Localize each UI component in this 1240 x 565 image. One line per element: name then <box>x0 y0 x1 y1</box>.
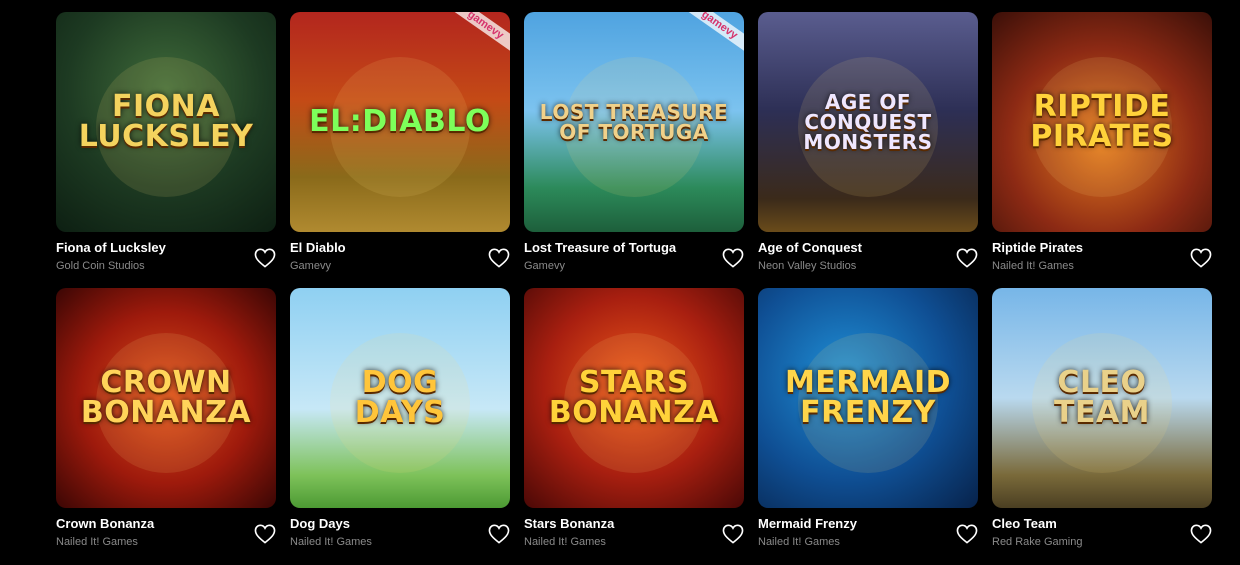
heart-icon[interactable] <box>956 248 978 268</box>
game-title[interactable]: El Diablo <box>290 240 510 255</box>
game-thumbnail[interactable]: Lost Treasure of Tortuga gamevy <box>524 12 744 232</box>
game-meta: Crown Bonanza Nailed It! Games <box>56 508 276 564</box>
game-card[interactable]: Age of Conquest Monsters Age of Conquest … <box>758 12 978 288</box>
game-thumbnail[interactable]: El:Diablo gamevy <box>290 12 510 232</box>
game-card[interactable]: Mermaid Frenzy Mermaid Frenzy Nailed It! … <box>758 288 978 564</box>
game-title[interactable]: Crown Bonanza <box>56 516 276 531</box>
game-thumbnail[interactable]: Mermaid Frenzy <box>758 288 978 508</box>
game-logo-line: Pirates <box>1030 119 1174 154</box>
game-logo: Riptide Pirates <box>1030 92 1173 152</box>
game-thumbnail[interactable]: Crown Bonanza <box>56 288 276 508</box>
heart-icon[interactable] <box>488 524 510 544</box>
game-logo-line: Lucksley <box>78 119 254 154</box>
game-logo: Fiona Lucksley <box>79 92 254 152</box>
game-card[interactable]: Stars Bonanza Stars Bonanza Nailed It! Ga… <box>524 288 744 564</box>
game-card[interactable]: Cleo Team Cleo Team Red Rake Gaming <box>992 288 1212 564</box>
game-meta: Riptide Pirates Nailed It! Games <box>992 232 1212 288</box>
game-logo: Lost Treasure of Tortuga <box>540 102 728 142</box>
game-provider: Gamevy <box>290 260 331 272</box>
game-title[interactable]: Mermaid Frenzy <box>758 516 978 531</box>
heart-icon[interactable] <box>488 248 510 268</box>
game-title[interactable]: Lost Treasure of Tortuga <box>524 240 744 255</box>
heart-icon[interactable] <box>254 248 276 268</box>
game-title[interactable]: Riptide Pirates <box>992 240 1212 255</box>
game-logo-line: Age of Conquest <box>804 90 932 134</box>
game-thumbnail[interactable]: Cleo Team <box>992 288 1212 508</box>
game-provider: Nailed It! Games <box>758 536 840 548</box>
game-logo-line: Crown <box>100 365 232 400</box>
game-meta: Mermaid Frenzy Nailed It! Games <box>758 508 978 564</box>
heart-icon[interactable] <box>254 524 276 544</box>
game-logo-line: of Tortuga <box>559 120 709 144</box>
game-logo-line: Team <box>1053 395 1151 430</box>
game-logo: El:Diablo <box>309 107 491 137</box>
game-meta: Age of Conquest Neon Valley Studios <box>758 232 978 288</box>
game-thumbnail[interactable]: Riptide Pirates <box>992 12 1212 232</box>
game-title[interactable]: Stars Bonanza <box>524 516 744 531</box>
game-title[interactable]: Age of Conquest <box>758 240 978 255</box>
game-card[interactable]: Riptide Pirates Riptide Pirates Nailed It… <box>992 12 1212 288</box>
game-logo: Dog Days <box>355 368 446 428</box>
game-meta: Stars Bonanza Nailed It! Games <box>524 508 744 564</box>
game-logo: Cleo Team <box>1054 368 1150 428</box>
game-provider: Nailed It! Games <box>992 260 1074 272</box>
game-logo-line: Dog <box>361 365 439 400</box>
game-provider: Neon Valley Studios <box>758 260 857 272</box>
game-card[interactable]: Dog Days Dog Days Nailed It! Games <box>290 288 510 564</box>
game-provider: Nailed It! Games <box>56 536 138 548</box>
game-logo-line: Lost Treasure <box>539 100 729 124</box>
game-card[interactable]: Lost Treasure of Tortuga gamevy Lost Treas… <box>524 12 744 288</box>
game-logo-line: Cleo <box>1057 365 1147 400</box>
game-logo-line: El:Diablo <box>309 104 491 139</box>
heart-icon[interactable] <box>722 248 744 268</box>
game-logo-line: Frenzy <box>800 395 936 430</box>
game-provider: Nailed It! Games <box>524 536 606 548</box>
game-provider: Gamevy <box>524 260 565 272</box>
heart-icon[interactable] <box>722 524 744 544</box>
game-logo-line: Bonanza <box>548 395 720 430</box>
game-logo: Stars Bonanza <box>549 368 719 428</box>
game-thumbnail[interactable]: Fiona Lucksley <box>56 12 276 232</box>
game-title[interactable]: Dog Days <box>290 516 510 531</box>
game-provider: Nailed It! Games <box>290 536 372 548</box>
game-card[interactable]: Crown Bonanza Crown Bonanza Nailed It! Ga… <box>56 288 276 564</box>
game-logo-line: Mermaid <box>784 365 952 400</box>
game-card[interactable]: El:Diablo gamevy El Diablo Gamevy <box>290 12 510 288</box>
game-thumbnail[interactable]: Stars Bonanza <box>524 288 744 508</box>
game-meta: Cleo Team Red Rake Gaming <box>992 508 1212 564</box>
game-grid: Fiona Lucksley Fiona of Lucksley Gold Coi… <box>56 12 1212 564</box>
heart-icon[interactable] <box>1190 248 1212 268</box>
game-logo-line: Bonanza <box>80 395 252 430</box>
game-card[interactable]: Fiona Lucksley Fiona of Lucksley Gold Coi… <box>56 12 276 288</box>
game-logo-line: Fiona <box>112 89 220 124</box>
game-thumbnail[interactable]: Dog Days <box>290 288 510 508</box>
game-provider: Red Rake Gaming <box>992 536 1083 548</box>
game-logo-line: Monsters <box>803 130 933 154</box>
game-logo-line: Days <box>354 395 446 430</box>
game-meta: Lost Treasure of Tortuga Gamevy <box>524 232 744 288</box>
game-provider: Gold Coin Studios <box>56 260 145 272</box>
game-meta: El Diablo Gamevy <box>290 232 510 288</box>
heart-icon[interactable] <box>956 524 978 544</box>
game-logo: Age of Conquest Monsters <box>758 92 978 152</box>
heart-icon[interactable] <box>1190 524 1212 544</box>
game-meta: Fiona of Lucksley Gold Coin Studios <box>56 232 276 288</box>
game-title[interactable]: Fiona of Lucksley <box>56 240 276 255</box>
game-title[interactable]: Cleo Team <box>992 516 1212 531</box>
game-logo: Mermaid Frenzy <box>785 368 951 428</box>
game-logo: Crown Bonanza <box>81 368 251 428</box>
game-thumbnail[interactable]: Age of Conquest Monsters <box>758 12 978 232</box>
game-logo-line: Riptide <box>1033 89 1171 124</box>
game-meta: Dog Days Nailed It! Games <box>290 508 510 564</box>
game-logo-line: Stars <box>578 365 690 400</box>
